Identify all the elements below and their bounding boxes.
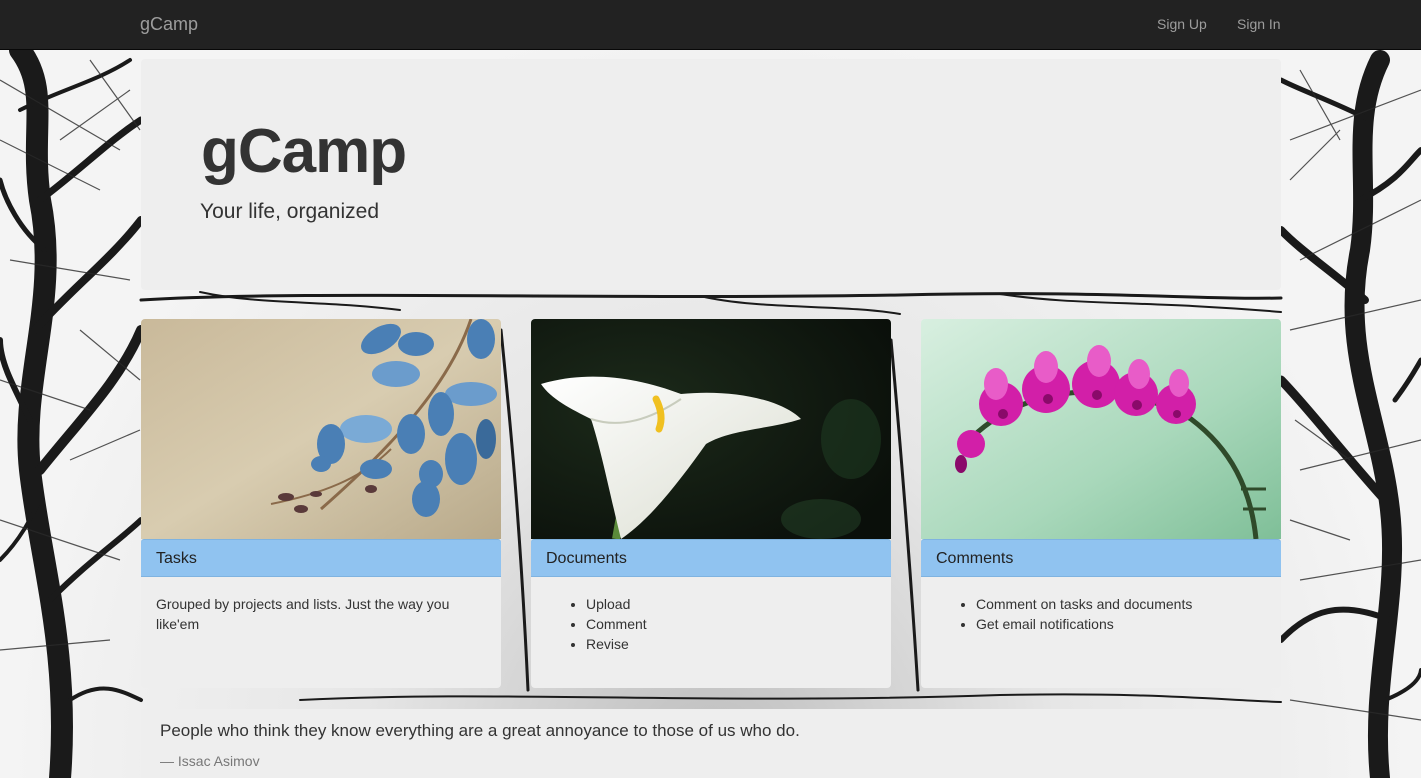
hero-subtitle: Your life, organized [200, 200, 380, 223]
documents-card-body: Upload Comment Revise [546, 594, 876, 654]
quote-panel: People who think they know everything ar… [141, 709, 1281, 778]
hero-jumbotron: gCamp Your life, organized [141, 59, 1281, 290]
brand-link[interactable]: gCamp [140, 14, 198, 35]
quote-text: People who think they know everything ar… [160, 721, 800, 740]
tasks-card: Tasks Grouped by projects and lists. Jus… [141, 319, 501, 688]
blue-flower-image [141, 319, 501, 539]
sign-up-link[interactable]: Sign Up [1157, 16, 1207, 32]
comments-card-title: Comments [936, 550, 1014, 567]
documents-card: Documents Upload Comment Revise [531, 319, 891, 688]
list-item: Revise [586, 634, 876, 654]
sign-in-link[interactable]: Sign In [1237, 16, 1281, 32]
list-item: Comment [586, 614, 876, 634]
hero-title: gCamp [201, 117, 407, 186]
quote-author: — Issac Asimov [160, 753, 260, 769]
calla-lily-image [531, 319, 891, 539]
tasks-card-header: Tasks [141, 539, 501, 577]
documents-card-title: Documents [546, 550, 627, 567]
list-item: Get email notifications [976, 614, 1266, 634]
comments-feature-list: Comment on tasks and documents Get email… [936, 594, 1266, 634]
documents-feature-list: Upload Comment Revise [546, 594, 876, 654]
list-item: Upload [586, 594, 876, 614]
comments-card-body: Comment on tasks and documents Get email… [936, 594, 1266, 634]
comments-card-header: Comments [921, 539, 1281, 577]
list-item: Comment on tasks and documents [976, 594, 1266, 614]
orchid-image [921, 319, 1281, 539]
documents-card-header: Documents [531, 539, 891, 577]
tasks-card-text: Grouped by projects and lists. Just the … [156, 596, 450, 632]
comments-card: Comments Comment on tasks and documents … [921, 319, 1281, 688]
top-navbar: gCamp Sign Up Sign In [0, 0, 1421, 50]
tasks-card-title: Tasks [156, 550, 197, 567]
tasks-card-body: Grouped by projects and lists. Just the … [156, 594, 486, 634]
